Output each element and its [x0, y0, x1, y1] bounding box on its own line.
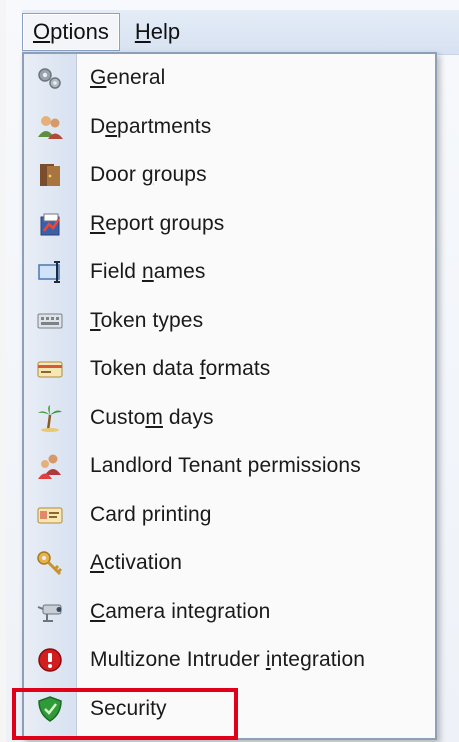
menu-item-label: Landlord Tenant permissions: [90, 454, 361, 478]
menu-item-token-types[interactable]: Token types: [24, 297, 435, 346]
menu-item-label: General: [90, 66, 166, 90]
help-mnemonic: H: [134, 19, 151, 44]
menu-item-departments[interactable]: Departments: [24, 103, 435, 152]
key-icon: [24, 548, 76, 578]
help-label-rest: elp: [150, 19, 181, 44]
camera-icon: [24, 597, 76, 627]
menu-item-card-printing[interactable]: Card printing: [24, 491, 435, 540]
menu-item-label: Door groups: [90, 163, 207, 187]
menu-item-label: Field names: [90, 260, 206, 284]
menu-item-label: Camera integration: [90, 599, 271, 623]
menu-item-token-data-formats[interactable]: Token data formats: [24, 345, 435, 394]
door-icon: [24, 160, 76, 190]
menu-item-activation[interactable]: Activation: [24, 539, 435, 588]
gears-icon: [24, 63, 76, 93]
options-dropdown-menu: General Departments Door groups Report g…: [22, 52, 437, 740]
menu-item-report-groups[interactable]: Report groups: [24, 200, 435, 249]
alarm-icon: [24, 645, 76, 675]
card-print-icon: [24, 500, 76, 530]
menu-item-label: Activation: [90, 551, 183, 575]
card-icon: [24, 354, 76, 384]
menu-items: General Departments Door groups Report g…: [24, 54, 435, 738]
shield-icon: [24, 694, 76, 724]
menu-item-general[interactable]: General: [24, 54, 435, 103]
text-field-icon: [24, 257, 76, 287]
menu-item-label: Report groups: [90, 211, 225, 235]
menu-bar: Options Help: [22, 10, 459, 55]
landlord-icon: [24, 451, 76, 481]
menu-item-custom-days[interactable]: Custom days: [24, 394, 435, 443]
menu-item-security[interactable]: Security: [24, 685, 435, 734]
options-mnemonic: O: [33, 19, 51, 44]
menu-item-camera-integration[interactable]: Camera integration: [24, 588, 435, 637]
menu-item-multizone-intruder-integration[interactable]: Multizone Intruder integration: [24, 636, 435, 685]
menu-item-door-groups[interactable]: Door groups: [24, 151, 435, 200]
menu-item-label: Custom days: [90, 405, 214, 429]
menu-item-label: Card printing: [90, 502, 212, 526]
menu-item-label: Security: [90, 696, 167, 720]
menu-item-label: Token data formats: [90, 357, 271, 381]
menu-item-label: Multizone Intruder integration: [90, 648, 365, 672]
window-edge: [0, 0, 6, 742]
report-icon: [24, 209, 76, 239]
menu-item-landlord-tenant-permissions[interactable]: Landlord Tenant permissions: [24, 442, 435, 491]
menu-help[interactable]: Help: [124, 13, 191, 51]
menu-item-label: Departments: [90, 114, 212, 138]
options-label-rest: ptions: [50, 19, 109, 44]
palm-tree-icon: [24, 403, 76, 433]
people-icon: [24, 112, 76, 142]
menu-item-field-names[interactable]: Field names: [24, 248, 435, 297]
menu-options[interactable]: Options: [22, 13, 120, 51]
keypad-icon: [24, 306, 76, 336]
app-window: Options Help General Departments Door gr…: [0, 0, 459, 742]
menu-item-label: Token types: [90, 308, 204, 332]
